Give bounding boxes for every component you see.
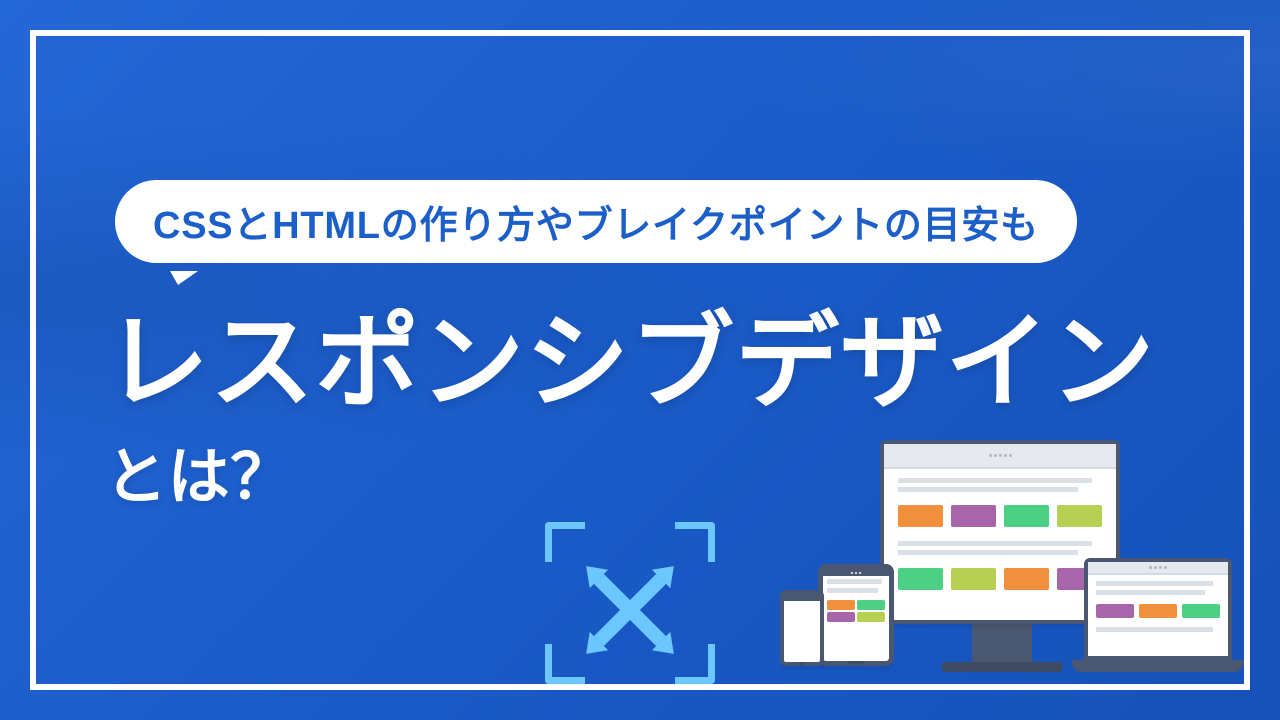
fullscreen-expand-icon [545,522,715,684]
laptop-base [1072,660,1244,672]
phone-icon [780,590,824,666]
bubble-text: CSSとHTMLの作り方やブレイクポイントの目安も [153,205,1039,247]
main-title: レスポンシブデザイン [105,309,1220,418]
monitor-stand [972,624,1032,672]
laptop-icon [1084,558,1232,660]
subtitle-bubble: CSSとHTMLの作り方やブレイクポイントの目安も [115,180,1077,263]
tablet-icon [818,564,894,666]
responsive-devices-illustration [762,410,1232,680]
